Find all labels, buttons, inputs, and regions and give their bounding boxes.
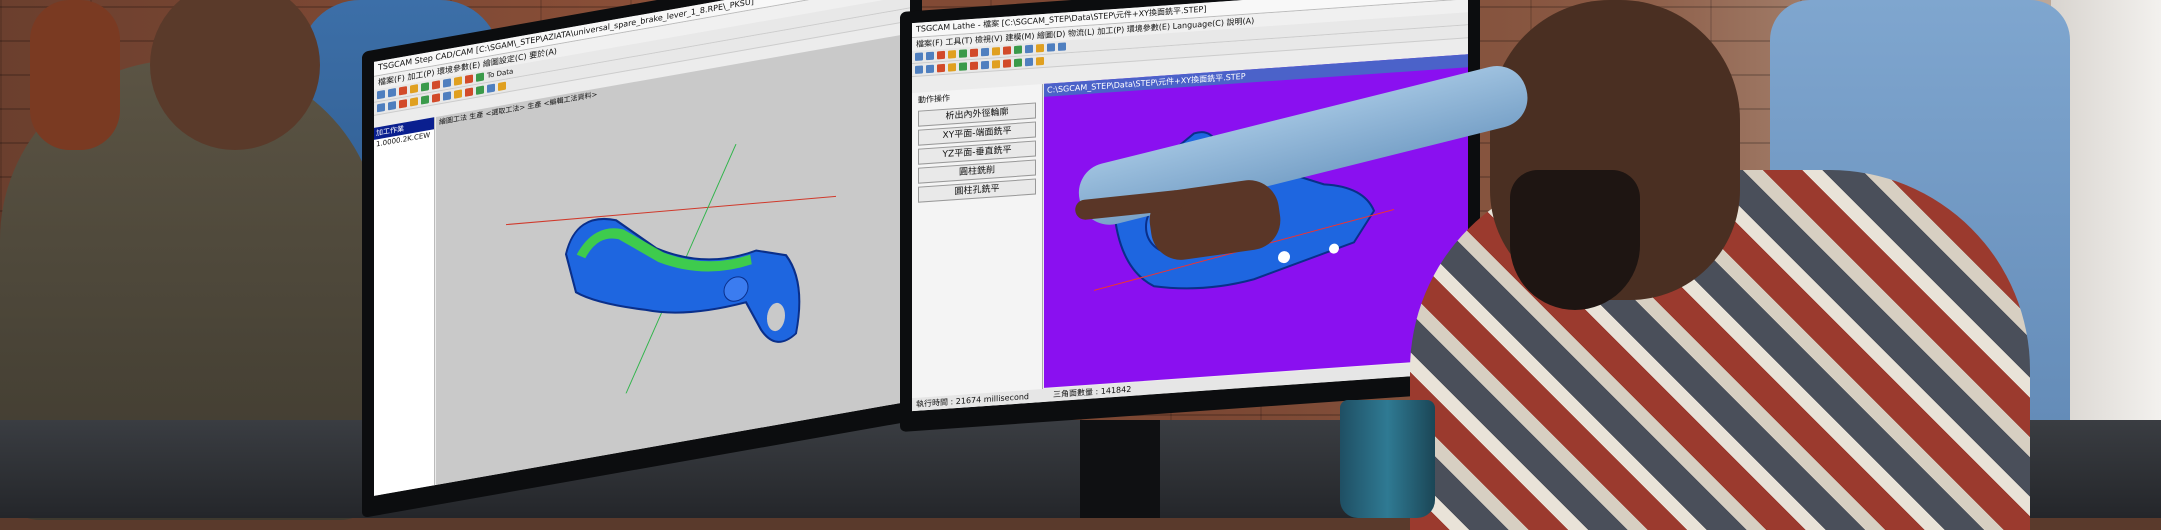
toolbar-icon[interactable]: [1014, 45, 1022, 55]
toolbar-icon[interactable]: [1025, 57, 1033, 67]
toolbar-icon[interactable]: [410, 84, 418, 94]
toolbar-icon[interactable]: [1003, 59, 1011, 68]
brake-lever-model: [506, 143, 836, 394]
toolbar-icon[interactable]: [498, 81, 506, 92]
toolbar-icon[interactable]: [454, 89, 462, 99]
toolbar-icon[interactable]: [399, 86, 407, 96]
toolbar-icon[interactable]: [1014, 58, 1022, 68]
toolbar-icon[interactable]: [443, 78, 451, 88]
toolbar-icon[interactable]: [926, 51, 934, 61]
coffee-mug: [1340, 400, 1435, 518]
toolbar-icon[interactable]: [1036, 43, 1044, 53]
toolbar-icon[interactable]: [1047, 43, 1055, 52]
toolbar-icon[interactable]: [1036, 56, 1044, 66]
toolbar-icon[interactable]: [1058, 42, 1066, 51]
left-monitor-screen: TSGCAM Step CAD/CAM [C:\SGAM\_STEP\AZIAT…: [374, 0, 910, 496]
toolbar-icon[interactable]: [421, 82, 429, 92]
toolbar-icon[interactable]: [432, 93, 440, 103]
operation-tree[interactable]: 加工作業 1.0000.2K.CEW: [374, 117, 435, 496]
person-left-hair: [30, 0, 120, 150]
toolbar-icon[interactable]: [377, 89, 385, 100]
toolbar-icon[interactable]: [377, 102, 385, 113]
toolbar-icon[interactable]: [388, 101, 396, 111]
toolbar-icon[interactable]: [476, 72, 484, 82]
toolbar-icon[interactable]: [948, 50, 956, 59]
toolbar-icon[interactable]: [399, 99, 407, 109]
toolbar-icon[interactable]: [992, 60, 1000, 69]
toolbar-icon[interactable]: [981, 47, 989, 57]
toolbar-icon[interactable]: [959, 49, 967, 58]
toolbar-icon[interactable]: [937, 50, 945, 60]
toolbar-icon[interactable]: [432, 80, 440, 90]
toolbar-icon[interactable]: [388, 88, 396, 98]
toolbar-icon[interactable]: [915, 52, 923, 61]
toolbar-icon[interactable]: [1003, 46, 1011, 55]
person-right-beard: [1510, 170, 1640, 310]
toolbar-icon[interactable]: [421, 95, 429, 105]
toolbar-icon[interactable]: [926, 64, 934, 74]
toolbar-icon[interactable]: [443, 91, 451, 101]
toolbar-icon[interactable]: [937, 63, 945, 73]
toolbar-icon[interactable]: [454, 76, 462, 86]
toolbar-icon[interactable]: [959, 62, 967, 71]
toolbar-icon[interactable]: [465, 74, 473, 84]
toolbar-icon[interactable]: [487, 83, 495, 93]
toolbar-icon[interactable]: [1025, 44, 1033, 54]
toolbar-icon[interactable]: [970, 48, 978, 58]
toolbar-icon[interactable]: [981, 60, 989, 70]
toolbar-icon[interactable]: [465, 87, 473, 97]
monitor-stand: [1080, 420, 1160, 518]
toolbar-icon[interactable]: [410, 97, 418, 107]
toolbar-icon[interactable]: [476, 85, 484, 95]
toolbar-icon[interactable]: [915, 65, 923, 74]
3d-viewport[interactable]: 繪圖工法 生產 <選取工法> 生產 <編輯工法資料>: [436, 33, 910, 485]
toolbar-icon[interactable]: [948, 63, 956, 72]
toolbar-icon[interactable]: [970, 61, 978, 71]
toolbar-icon[interactable]: [992, 47, 1000, 56]
operation-panel: 動作操作 析出內外徑輪廓 XY平面-端面銑平 YZ平面-垂直銑平 圓柱銑削 圓柱…: [912, 84, 1043, 412]
